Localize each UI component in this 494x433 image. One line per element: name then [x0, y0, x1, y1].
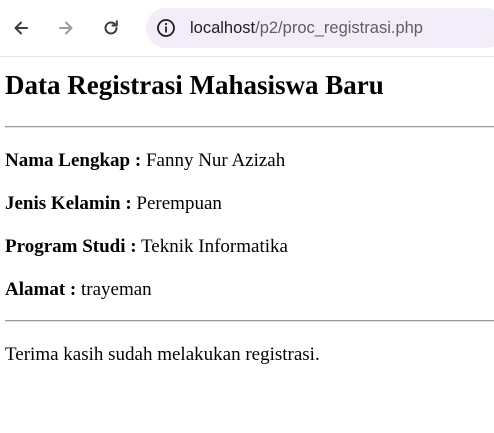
url-text[interactable]: localhost/p2/proc_registrasi.php [190, 18, 423, 38]
address-bar[interactable]: localhost/p2/proc_registrasi.php [146, 8, 494, 48]
url-host: localhost [190, 19, 256, 37]
back-arrow-icon [14, 21, 28, 35]
divider-bottom [5, 320, 494, 322]
field-label: Alamat : [5, 279, 77, 300]
divider-top [5, 126, 494, 128]
field-nama-lengkap: Nama Lengkap : Fanny Nur Azizah [5, 150, 285, 172]
reload-icon [104, 20, 118, 35]
url-path: /p2/proc_registrasi.php [255, 19, 423, 37]
field-value: Teknik Informatika [141, 236, 288, 257]
page-title: Data Registrasi Mahasiswa Baru [5, 70, 384, 100]
back-button[interactable] [5, 12, 37, 44]
field-label: Program Studi : [5, 236, 137, 257]
field-alamat: Alamat : trayeman [5, 279, 152, 301]
field-program-studi: Program Studi : Teknik Informatika [5, 236, 288, 258]
field-label: Nama Lengkap : [5, 150, 142, 171]
browser-toolbar: localhost/p2/proc_registrasi.php [0, 0, 494, 57]
info-icon[interactable] [156, 18, 176, 38]
thank-you-message: Terima kasih sudah melakukan registrasi. [5, 344, 320, 365]
field-value: Fanny Nur Azizah [145, 150, 286, 171]
field-jenis-kelamin: Jenis Kelamin : Perempuan [5, 193, 222, 215]
forward-button[interactable] [50, 12, 82, 44]
field-value: trayeman [80, 279, 152, 300]
field-label: Jenis Kelamin : [5, 193, 132, 214]
forward-arrow-icon [59, 21, 73, 35]
reload-button[interactable] [95, 12, 127, 44]
field-value: Perempuan [136, 193, 222, 214]
